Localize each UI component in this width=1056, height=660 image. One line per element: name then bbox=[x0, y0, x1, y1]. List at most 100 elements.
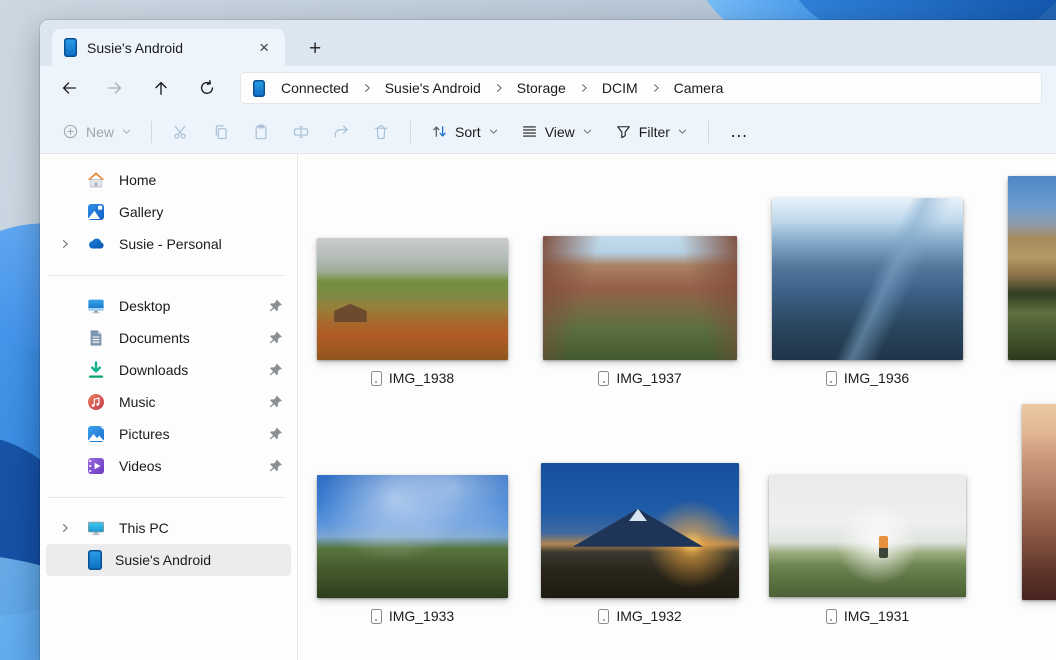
sidebar-item-home[interactable]: Home bbox=[46, 164, 291, 196]
chevron-down-icon bbox=[582, 126, 593, 137]
more-options-button[interactable]: … bbox=[718, 117, 761, 146]
new-tab-button[interactable]: + bbox=[309, 38, 321, 66]
sidebar-item-susies-android[interactable]: Susie's Android bbox=[46, 544, 291, 576]
phone-icon bbox=[88, 550, 102, 570]
chevron-right-icon bbox=[359, 82, 375, 94]
sidebar-item-pictures[interactable]: Pictures bbox=[46, 418, 291, 450]
sidebar-item-label: Music bbox=[119, 394, 156, 410]
sidebar-item-music[interactable]: Music bbox=[46, 386, 291, 418]
file-name: IMG_1931 bbox=[844, 608, 909, 624]
sort-arrows-icon bbox=[431, 123, 448, 140]
photo-thumbnail-img-1938[interactable] bbox=[317, 238, 508, 360]
trash-icon bbox=[372, 123, 390, 141]
cut-button[interactable] bbox=[161, 115, 201, 149]
phone-file-icon bbox=[371, 371, 382, 386]
up-button[interactable] bbox=[138, 71, 184, 105]
sort-button-label: Sort bbox=[455, 124, 481, 140]
file-name: IMG_1932 bbox=[616, 608, 681, 624]
chevron-right-icon bbox=[491, 82, 507, 94]
sidebar-item-label: Desktop bbox=[119, 298, 170, 314]
photo-thumbnail-img-1933[interactable] bbox=[317, 475, 508, 598]
file-label-img-1937[interactable]: IMG_1937 bbox=[543, 368, 737, 388]
toolbar-divider bbox=[708, 121, 709, 143]
forward-arrow-icon bbox=[106, 79, 124, 97]
scissors-icon bbox=[172, 123, 190, 141]
sidebar-item-label: Susie - Personal bbox=[119, 236, 222, 252]
forward-button[interactable] bbox=[92, 71, 138, 105]
navigation-bar: Connected Susie's Android Storage DCIM C… bbox=[40, 66, 1056, 110]
view-button-label: View bbox=[545, 124, 575, 140]
rename-button[interactable] bbox=[281, 115, 321, 149]
breadcrumb-susies-android[interactable]: Susie's Android bbox=[375, 76, 491, 100]
filter-button[interactable]: Filter bbox=[604, 117, 699, 146]
toolbar-divider bbox=[151, 121, 152, 143]
file-name: IMG_1936 bbox=[844, 370, 909, 386]
pin-icon bbox=[269, 395, 283, 409]
sidebar-item-downloads[interactable]: Downloads bbox=[46, 354, 291, 386]
onedrive-cloud-icon bbox=[86, 234, 106, 254]
sidebar-divider bbox=[48, 497, 285, 498]
new-button-label: New bbox=[86, 124, 114, 140]
address-bar[interactable]: Connected Susie's Android Storage DCIM C… bbox=[240, 72, 1042, 104]
file-name: IMG_1937 bbox=[616, 370, 681, 386]
navigation-sidebar: Home Gallery Susie - Personal Desktop bbox=[40, 154, 298, 660]
photo-thumbnail-img-1932[interactable] bbox=[541, 463, 739, 598]
sort-button[interactable]: Sort bbox=[420, 117, 510, 146]
sidebar-item-this-pc[interactable]: This PC bbox=[46, 512, 291, 544]
breadcrumb-storage[interactable]: Storage bbox=[507, 76, 576, 100]
phone-file-icon bbox=[826, 609, 837, 624]
phone-icon bbox=[64, 38, 77, 57]
copy-button[interactable] bbox=[201, 115, 241, 149]
plus-circle-icon bbox=[62, 123, 79, 140]
sidebar-item-onedrive-personal[interactable]: Susie - Personal bbox=[46, 228, 291, 260]
refresh-button[interactable] bbox=[184, 71, 230, 105]
photo-thumbnail-img-1936[interactable] bbox=[772, 198, 963, 360]
photo-thumbnail-img-1931[interactable] bbox=[769, 475, 966, 597]
phone-icon bbox=[253, 80, 265, 97]
pin-icon bbox=[269, 331, 283, 345]
file-label-img-1931[interactable]: IMG_1931 bbox=[769, 606, 966, 626]
file-label-img-1936[interactable]: IMG_1936 bbox=[772, 368, 963, 388]
file-grid: IMG_1938 IMG_1937 IMG_1936 IMG_1933 IMG_… bbox=[298, 154, 1056, 660]
home-icon bbox=[86, 170, 106, 190]
photo-thumbnail-img-1937[interactable] bbox=[543, 236, 737, 360]
up-arrow-icon bbox=[152, 79, 170, 97]
close-tab-icon[interactable]: × bbox=[255, 39, 273, 56]
sidebar-item-documents[interactable]: Documents bbox=[46, 322, 291, 354]
toolbar-divider bbox=[410, 121, 411, 143]
tab-susies-android[interactable]: Susie's Android × bbox=[52, 29, 285, 66]
view-button[interactable]: View bbox=[510, 117, 604, 146]
sidebar-item-videos[interactable]: Videos bbox=[46, 450, 291, 482]
back-button[interactable] bbox=[46, 71, 92, 105]
share-icon bbox=[332, 123, 350, 141]
delete-button[interactable] bbox=[361, 115, 401, 149]
sidebar-item-desktop[interactable]: Desktop bbox=[46, 290, 291, 322]
sidebar-item-label: Downloads bbox=[119, 362, 188, 378]
pin-icon bbox=[269, 299, 283, 313]
tab-title: Susie's Android bbox=[87, 40, 183, 56]
sidebar-item-gallery[interactable]: Gallery bbox=[46, 196, 291, 228]
phone-file-icon bbox=[598, 609, 609, 624]
photo-thumbnail-partial-right-bottom[interactable] bbox=[1022, 404, 1056, 600]
chevron-right-icon[interactable] bbox=[59, 522, 71, 534]
paste-button[interactable] bbox=[241, 115, 281, 149]
filter-button-label: Filter bbox=[639, 124, 670, 140]
photo-thumbnail-partial-right-top[interactable] bbox=[1008, 176, 1056, 360]
breadcrumb-dcim[interactable]: DCIM bbox=[592, 76, 648, 100]
chevron-down-icon bbox=[677, 126, 688, 137]
file-label-img-1933[interactable]: IMG_1933 bbox=[317, 606, 508, 626]
breadcrumb-camera[interactable]: Camera bbox=[664, 76, 734, 100]
sidebar-item-label: Gallery bbox=[119, 204, 163, 220]
tab-strip: Susie's Android × + bbox=[40, 20, 1056, 66]
file-label-img-1938[interactable]: IMG_1938 bbox=[317, 368, 508, 388]
clipboard-icon bbox=[252, 123, 270, 141]
file-label-img-1932[interactable]: IMG_1932 bbox=[541, 606, 739, 626]
chevron-down-icon bbox=[121, 126, 132, 137]
sidebar-item-label: Videos bbox=[119, 458, 162, 474]
share-button[interactable] bbox=[321, 115, 361, 149]
music-icon bbox=[86, 392, 106, 412]
chevron-right-icon[interactable] bbox=[59, 238, 71, 250]
new-button[interactable]: New bbox=[52, 117, 142, 146]
chevron-right-icon bbox=[648, 82, 664, 94]
breadcrumb-connected[interactable]: Connected bbox=[271, 76, 359, 100]
